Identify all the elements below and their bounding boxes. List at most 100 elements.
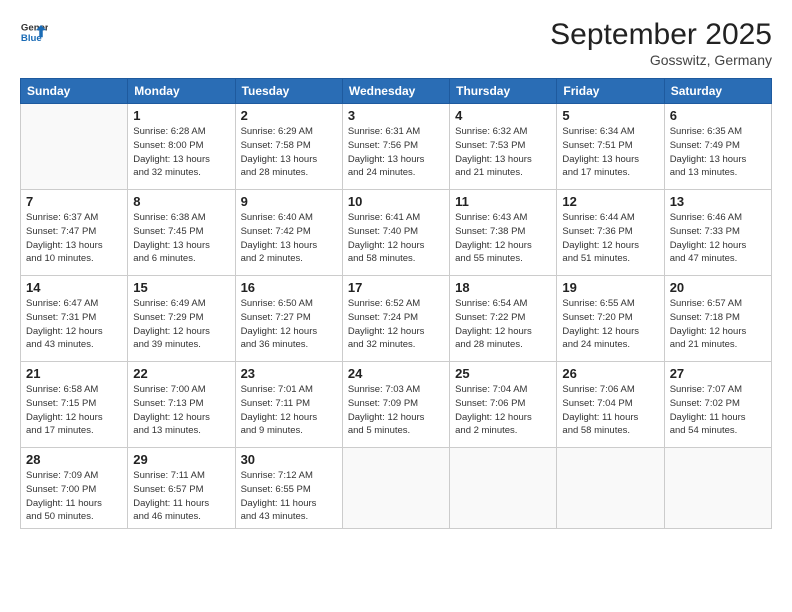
day-info: Sunrise: 6:32 AM Sunset: 7:53 PM Dayligh… <box>455 125 551 180</box>
day-number: 3 <box>348 108 444 123</box>
day-number: 27 <box>670 366 766 381</box>
day-number: 30 <box>241 452 337 467</box>
day-info: Sunrise: 6:47 AM Sunset: 7:31 PM Dayligh… <box>26 297 122 352</box>
day-number: 7 <box>26 194 122 209</box>
header-tuesday: Tuesday <box>235 79 342 104</box>
title-block: September 2025 Gosswitz, Germany <box>550 18 772 68</box>
header-thursday: Thursday <box>450 79 557 104</box>
day-number: 24 <box>348 366 444 381</box>
table-row: 10 Sunrise: 6:41 AM Sunset: 7:40 PM Dayli… <box>342 190 449 276</box>
day-info: Sunrise: 6:29 AM Sunset: 7:58 PM Dayligh… <box>241 125 337 180</box>
weekday-header-row: Sunday Monday Tuesday Wednesday Thursday… <box>21 79 772 104</box>
day-number: 13 <box>670 194 766 209</box>
table-row: 24Sunrise: 7:03 AM Sunset: 7:09 PM Dayli… <box>342 362 449 448</box>
day-info: Sunrise: 6:49 AM Sunset: 7:29 PM Dayligh… <box>133 297 229 352</box>
svg-text:Blue: Blue <box>21 33 42 44</box>
day-number: 29 <box>133 452 229 467</box>
table-row: 14 Sunrise: 6:47 AM Sunset: 7:31 PM Dayli… <box>21 276 128 362</box>
table-row: 7 Sunrise: 6:37 AM Sunset: 7:47 PM Daylig… <box>21 190 128 276</box>
day-number: 18 <box>455 280 551 295</box>
header-wednesday: Wednesday <box>342 79 449 104</box>
day-info: Sunrise: 6:41 AM Sunset: 7:40 PM Dayligh… <box>348 211 444 266</box>
table-row: 9 Sunrise: 6:40 AM Sunset: 7:42 PM Daylig… <box>235 190 342 276</box>
day-number: 2 <box>241 108 337 123</box>
table-row: 16Sunrise: 6:50 AM Sunset: 7:27 PM Dayli… <box>235 276 342 362</box>
day-number: 10 <box>348 194 444 209</box>
day-info: Sunrise: 6:58 AM Sunset: 7:15 PM Dayligh… <box>26 383 122 438</box>
day-number: 14 <box>26 280 122 295</box>
location: Gosswitz, Germany <box>550 52 772 68</box>
day-info: Sunrise: 6:35 AM Sunset: 7:49 PM Dayligh… <box>670 125 766 180</box>
header-monday: Monday <box>128 79 235 104</box>
table-row: 20 Sunrise: 6:57 AM Sunset: 7:18 PM Dayli… <box>664 276 771 362</box>
day-info: Sunrise: 6:28 AM Sunset: 8:00 PM Dayligh… <box>133 125 229 180</box>
day-info: Sunrise: 6:37 AM Sunset: 7:47 PM Dayligh… <box>26 211 122 266</box>
table-row: 18 Sunrise: 6:54 AM Sunset: 7:22 PM Dayli… <box>450 276 557 362</box>
svg-text:General: General <box>21 22 48 33</box>
day-info: Sunrise: 7:11 AM Sunset: 6:57 PM Dayligh… <box>133 469 229 524</box>
logo-icon: General Blue <box>20 18 48 46</box>
table-row: 23 Sunrise: 7:01 AM Sunset: 7:11 PM Dayli… <box>235 362 342 448</box>
table-row: 17 Sunrise: 6:52 AM Sunset: 7:24 PM Dayli… <box>342 276 449 362</box>
logo: General Blue <box>20 18 48 46</box>
table-row: 28Sunrise: 7:09 AM Sunset: 7:00 PM Dayli… <box>21 448 128 529</box>
table-row: 30 Sunrise: 7:12 AM Sunset: 6:55 PM Dayli… <box>235 448 342 529</box>
table-row: 3 Sunrise: 6:31 AM Sunset: 7:56 PM Daylig… <box>342 104 449 190</box>
day-number: 25 <box>455 366 551 381</box>
table-row <box>450 448 557 529</box>
day-number: 4 <box>455 108 551 123</box>
table-row: 2 Sunrise: 6:29 AM Sunset: 7:58 PM Daylig… <box>235 104 342 190</box>
day-info: Sunrise: 6:55 AM Sunset: 7:20 PM Dayligh… <box>562 297 658 352</box>
day-info: Sunrise: 6:43 AM Sunset: 7:38 PM Dayligh… <box>455 211 551 266</box>
table-row: 27 Sunrise: 7:07 AM Sunset: 7:02 PM Dayli… <box>664 362 771 448</box>
day-number: 6 <box>670 108 766 123</box>
table-row: 11 Sunrise: 6:43 AM Sunset: 7:38 PM Dayli… <box>450 190 557 276</box>
day-info: Sunrise: 7:09 AM Sunset: 7:00 PM Dayligh… <box>26 469 122 524</box>
day-number: 15 <box>133 280 229 295</box>
day-number: 5 <box>562 108 658 123</box>
day-info: Sunrise: 7:07 AM Sunset: 7:02 PM Dayligh… <box>670 383 766 438</box>
day-info: Sunrise: 6:52 AM Sunset: 7:24 PM Dayligh… <box>348 297 444 352</box>
day-info: Sunrise: 6:44 AM Sunset: 7:36 PM Dayligh… <box>562 211 658 266</box>
day-info: Sunrise: 7:00 AM Sunset: 7:13 PM Dayligh… <box>133 383 229 438</box>
table-row: 29 Sunrise: 7:11 AM Sunset: 6:57 PM Dayli… <box>128 448 235 529</box>
day-number: 11 <box>455 194 551 209</box>
day-number: 26 <box>562 366 658 381</box>
table-row: 1Sunrise: 6:28 AM Sunset: 8:00 PM Daylig… <box>128 104 235 190</box>
day-info: Sunrise: 6:38 AM Sunset: 7:45 PM Dayligh… <box>133 211 229 266</box>
day-info: Sunrise: 6:50 AM Sunset: 7:27 PM Dayligh… <box>241 297 337 352</box>
header-friday: Friday <box>557 79 664 104</box>
day-number: 12 <box>562 194 658 209</box>
day-info: Sunrise: 7:04 AM Sunset: 7:06 PM Dayligh… <box>455 383 551 438</box>
table-row <box>21 104 128 190</box>
day-number: 17 <box>348 280 444 295</box>
table-row: 25 Sunrise: 7:04 AM Sunset: 7:06 PM Dayli… <box>450 362 557 448</box>
table-row: 6 Sunrise: 6:35 AM Sunset: 7:49 PM Daylig… <box>664 104 771 190</box>
table-row: 22 Sunrise: 7:00 AM Sunset: 7:13 PM Dayli… <box>128 362 235 448</box>
day-number: 23 <box>241 366 337 381</box>
day-info: Sunrise: 6:40 AM Sunset: 7:42 PM Dayligh… <box>241 211 337 266</box>
table-row <box>557 448 664 529</box>
header: General Blue September 2025 Gosswitz, Ge… <box>20 18 772 68</box>
table-row: 19 Sunrise: 6:55 AM Sunset: 7:20 PM Dayli… <box>557 276 664 362</box>
day-info: Sunrise: 6:54 AM Sunset: 7:22 PM Dayligh… <box>455 297 551 352</box>
day-number: 19 <box>562 280 658 295</box>
day-info: Sunrise: 6:57 AM Sunset: 7:18 PM Dayligh… <box>670 297 766 352</box>
day-number: 9 <box>241 194 337 209</box>
table-row: 15 Sunrise: 6:49 AM Sunset: 7:29 PM Dayli… <box>128 276 235 362</box>
table-row: 21 Sunrise: 6:58 AM Sunset: 7:15 PM Dayli… <box>21 362 128 448</box>
day-number: 22 <box>133 366 229 381</box>
day-number: 21 <box>26 366 122 381</box>
day-number: 8 <box>133 194 229 209</box>
table-row <box>664 448 771 529</box>
table-row: 4 Sunrise: 6:32 AM Sunset: 7:53 PM Daylig… <box>450 104 557 190</box>
day-info: Sunrise: 6:34 AM Sunset: 7:51 PM Dayligh… <box>562 125 658 180</box>
day-info: Sunrise: 7:12 AM Sunset: 6:55 PM Dayligh… <box>241 469 337 524</box>
day-info: Sunrise: 6:46 AM Sunset: 7:33 PM Dayligh… <box>670 211 766 266</box>
table-row: 8 Sunrise: 6:38 AM Sunset: 7:45 PM Daylig… <box>128 190 235 276</box>
day-info: Sunrise: 6:31 AM Sunset: 7:56 PM Dayligh… <box>348 125 444 180</box>
table-row: 12 Sunrise: 6:44 AM Sunset: 7:36 PM Dayli… <box>557 190 664 276</box>
day-number: 20 <box>670 280 766 295</box>
calendar-table: Sunday Monday Tuesday Wednesday Thursday… <box>20 78 772 529</box>
day-info: Sunrise: 7:01 AM Sunset: 7:11 PM Dayligh… <box>241 383 337 438</box>
